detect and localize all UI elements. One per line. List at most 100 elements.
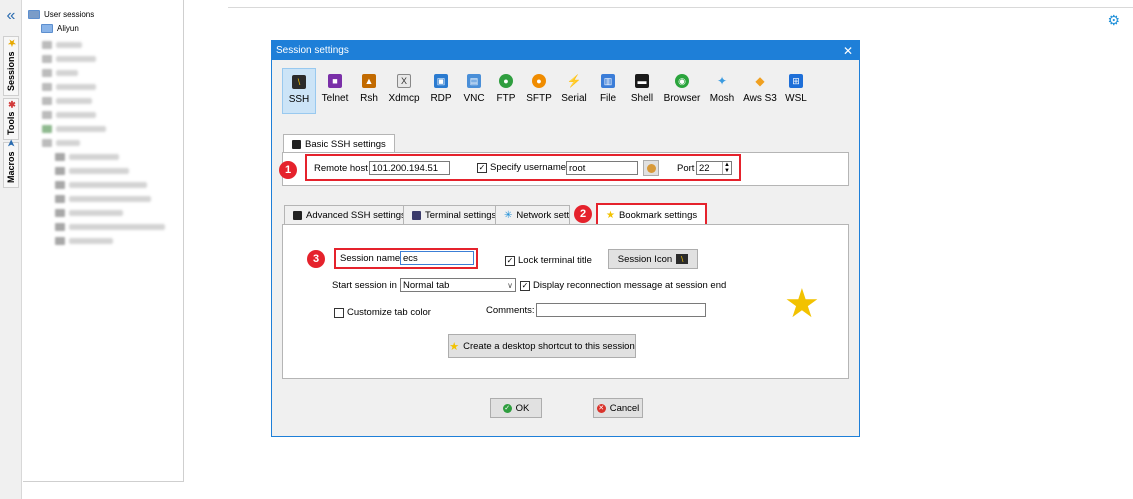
blurred-item[interactable] — [69, 154, 119, 160]
collapse-sidebar-icon[interactable]: « — [3, 8, 19, 24]
tree-child-label: Aliyun — [57, 23, 79, 33]
tab-basic-ssh-settings[interactable]: Basic SSH settings — [283, 134, 395, 153]
protocol-label: Shell — [630, 93, 654, 104]
blurred-item[interactable] — [69, 196, 151, 202]
browser-icon: ◉ — [675, 74, 689, 88]
protocol-browser[interactable]: ◉ Browser — [660, 68, 704, 114]
protocol-label: SSH — [288, 94, 310, 105]
protocol-label: Telnet — [321, 93, 349, 104]
protocol-mosh[interactable]: ✦ Mosh — [704, 68, 740, 114]
protocol-label: Mosh — [709, 93, 735, 104]
display-reconnection-row[interactable]: ✓ Display reconnection message at sessio… — [520, 280, 726, 291]
remote-host-input[interactable]: 101.200.194.51 — [369, 161, 450, 175]
blurred-item-icon — [55, 209, 65, 217]
tools-icon: ✱ — [6, 97, 16, 108]
blurred-item[interactable] — [56, 42, 82, 48]
blurred-item-icon — [55, 195, 65, 203]
display-reconnection-checkbox[interactable]: ✓ — [520, 280, 530, 291]
close-icon[interactable]: ✕ — [843, 44, 853, 58]
rdp-icon: ▣ — [434, 74, 448, 88]
protocol-label: Browser — [663, 93, 701, 104]
check-icon: ✓ — [502, 403, 512, 413]
blurred-item-icon — [42, 41, 52, 49]
session-name-input[interactable]: ecs — [400, 251, 474, 265]
tab-sessions[interactable]: Sessions ★ — [3, 36, 19, 96]
blurred-item[interactable] — [69, 210, 123, 216]
specify-username-checkbox-row[interactable]: ✓ Specify username — [477, 162, 566, 173]
comments-input[interactable] — [536, 303, 706, 317]
protocol-telnet[interactable]: ■ Telnet — [316, 68, 354, 114]
blurred-item[interactable] — [56, 126, 106, 132]
protocol-ftp[interactable]: ● FTP — [490, 68, 522, 114]
tab-bookmark-settings[interactable]: ★ Bookmark settings — [596, 203, 708, 225]
tab-network-settings[interactable]: ✳ Network setti — [495, 205, 570, 224]
blurred-item[interactable] — [69, 224, 165, 230]
wsl-icon: ⊞ — [789, 74, 803, 88]
blurred-item[interactable] — [56, 56, 96, 62]
blurred-item[interactable] — [69, 182, 147, 188]
tree-item-aliyun[interactable]: Aliyun — [41, 22, 79, 34]
start-session-select[interactable]: Normal tab ∨ — [400, 278, 516, 292]
port-input[interactable]: 22 ▲ ▼ — [696, 161, 732, 175]
tab-label: Bookmark settings — [618, 209, 698, 221]
tab-advanced-ssh-settings[interactable]: Advanced SSH settings — [284, 205, 415, 224]
blurred-item[interactable] — [56, 84, 96, 90]
protocol-wsl[interactable]: ⊞ WSL — [780, 68, 812, 114]
blurred-item-icon — [42, 55, 52, 63]
cancel-button[interactable]: ✕ Cancel — [593, 398, 643, 418]
blurred-item[interactable] — [56, 112, 96, 118]
protocol-bar: \ SSH ■ Telnet ▲ Rsh X Xdmcp ▣ RDP ▤ VNC… — [282, 68, 812, 116]
macros-tab-label: Macros — [6, 151, 16, 183]
protocol-xdmcp[interactable]: X Xdmcp — [384, 68, 424, 114]
session-icon-button[interactable]: Session Icon \ — [608, 249, 698, 269]
create-shortcut-button[interactable]: ★ Create a desktop shortcut to this sess… — [448, 334, 636, 358]
port-label: Port — [677, 163, 695, 174]
step-badge-3: 3 — [307, 250, 325, 268]
protocol-aws-s3[interactable]: ◆ Aws S3 — [740, 68, 780, 114]
blurred-item[interactable] — [56, 140, 80, 146]
protocol-ssh[interactable]: \ SSH — [282, 68, 316, 114]
specify-username-label: Specify username — [490, 162, 567, 173]
tab-terminal-settings[interactable]: Terminal settings — [403, 205, 506, 224]
tools-tab-label: Tools — [6, 111, 16, 135]
user-picker-button[interactable] — [643, 160, 659, 176]
protocol-label: SFTP — [526, 93, 552, 104]
ok-button[interactable]: ✓ OK — [490, 398, 542, 418]
lock-terminal-title-checkbox[interactable]: ✓ — [505, 255, 515, 266]
sftp-icon: ● — [532, 74, 546, 88]
protocol-sftp[interactable]: ● SFTP — [522, 68, 556, 114]
protocol-file[interactable]: ▥ File — [592, 68, 624, 114]
display-reconnection-label: Display reconnection message at session … — [533, 280, 727, 291]
protocol-shell[interactable]: ▬ Shell — [624, 68, 660, 114]
tab-tools[interactable]: Tools ✱ — [3, 98, 19, 140]
customize-tab-color-checkbox[interactable] — [334, 307, 344, 318]
star-icon: ★ — [6, 37, 16, 48]
tab-label: Terminal settings — [425, 209, 497, 221]
protocol-rsh[interactable]: ▲ Rsh — [354, 68, 384, 114]
tree-item-user-sessions[interactable]: User sessions — [28, 8, 94, 20]
blurred-item[interactable] — [69, 238, 113, 244]
protocol-label: Serial — [561, 93, 587, 104]
step-badge-2: 2 — [574, 205, 592, 223]
ok-label: OK — [515, 402, 530, 414]
blurred-item[interactable] — [69, 168, 129, 174]
xdmcp-icon: X — [397, 74, 411, 88]
network-icon: ✳ — [504, 209, 513, 221]
tab-macros[interactable]: Macros ➤ — [3, 140, 19, 188]
specify-username-checkbox[interactable]: ✓ — [477, 162, 487, 173]
protocol-vnc[interactable]: ▤ VNC — [458, 68, 490, 114]
username-input[interactable]: root — [566, 161, 638, 175]
customize-tab-color-row[interactable]: Customize tab color — [334, 307, 431, 318]
telnet-icon: ■ — [328, 74, 342, 88]
blurred-item[interactable] — [56, 70, 78, 76]
blurred-item[interactable] — [56, 98, 92, 104]
session-icon-label: Session Icon — [617, 253, 673, 265]
protocol-rdp[interactable]: ▣ RDP — [424, 68, 458, 114]
start-session-value: Normal tab — [403, 279, 450, 291]
lock-terminal-title-row[interactable]: ✓ Lock terminal title — [505, 255, 592, 266]
protocol-serial[interactable]: ⚡ Serial — [556, 68, 592, 114]
port-spinner-icon[interactable]: ▲ ▼ — [722, 162, 731, 174]
file-icon: ▥ — [601, 74, 615, 88]
left-tab-strip: « Sessions ★ Tools ✱ Macros ➤ — [0, 0, 22, 499]
gear-icon[interactable]: ⚙ — [1107, 12, 1120, 29]
